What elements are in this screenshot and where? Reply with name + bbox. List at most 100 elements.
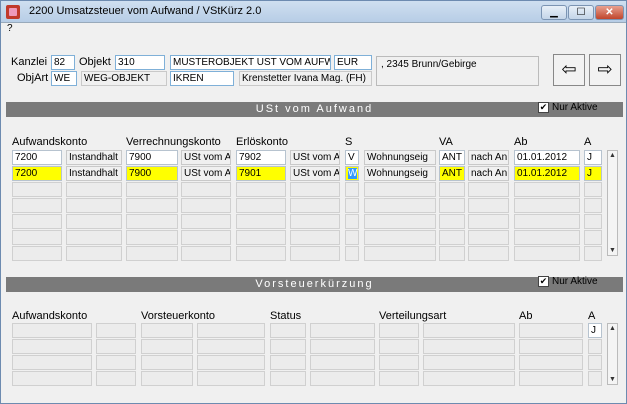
vst-empty-cell[interactable] <box>588 371 602 386</box>
ust-empty-cell[interactable] <box>439 230 465 245</box>
vst-empty-cell[interactable] <box>423 355 515 370</box>
vst-empty-cell[interactable] <box>379 323 419 338</box>
vst-empty-cell[interactable] <box>96 355 136 370</box>
vst-empty-cell[interactable] <box>141 355 193 370</box>
ust-empty-cell[interactable] <box>439 198 465 213</box>
scroll-up-icon[interactable]: ▲ <box>608 324 617 333</box>
scroll-down-icon[interactable]: ▼ <box>608 375 617 384</box>
ust-empty-cell[interactable] <box>66 214 122 229</box>
ust-empty-cell[interactable] <box>439 214 465 229</box>
ust-empty-cell[interactable] <box>468 230 509 245</box>
vst-empty-cell[interactable] <box>379 339 419 354</box>
vst-empty-cell[interactable] <box>270 371 306 386</box>
ust-empty-cell[interactable] <box>126 198 178 213</box>
ust-empty-cell[interactable] <box>126 182 178 197</box>
vst-empty-cell[interactable] <box>270 339 306 354</box>
ust-empty-cell[interactable] <box>290 246 340 261</box>
vst-empty-cell[interactable] <box>519 355 583 370</box>
ust-empty-cell[interactable] <box>364 214 436 229</box>
ust-nur-aktive[interactable]: ✔ Nur Aktive <box>538 102 598 113</box>
ust-empty-cell[interactable] <box>126 214 178 229</box>
ust-empty-cell[interactable] <box>126 230 178 245</box>
vst-empty-cell[interactable] <box>12 355 92 370</box>
ust-row1-aufw[interactable]: 7200 <box>12 150 62 165</box>
vst-empty-cell[interactable] <box>310 371 375 386</box>
prev-button[interactable]: ⇦ <box>553 54 585 86</box>
vst-nur-aktive[interactable]: ✔ Nur Aktive <box>538 276 598 287</box>
ust-empty-cell[interactable] <box>290 230 340 245</box>
vst-empty-cell[interactable] <box>423 371 515 386</box>
ust-empty-cell[interactable] <box>439 246 465 261</box>
vst-empty-cell[interactable] <box>423 323 515 338</box>
vst-empty-cell[interactable] <box>310 339 375 354</box>
ust-empty-cell[interactable] <box>345 182 359 197</box>
ust-row2-aufw[interactable]: 7200 <box>12 166 62 181</box>
ust-row2-verr[interactable]: 7900 <box>126 166 178 181</box>
ust-empty-cell[interactable] <box>236 182 286 197</box>
ust-empty-cell[interactable] <box>514 198 580 213</box>
ust-row1-a[interactable]: J <box>584 150 602 165</box>
vst-empty-cell[interactable] <box>310 323 375 338</box>
ust-row2-a[interactable]: J <box>584 166 602 181</box>
ust-empty-cell[interactable] <box>12 230 62 245</box>
ust-empty-cell[interactable] <box>364 246 436 261</box>
ust-row1-ab[interactable]: 01.01.2012 <box>514 150 580 165</box>
ust-empty-cell[interactable] <box>66 182 122 197</box>
ust-row1-s[interactable]: V <box>345 150 359 165</box>
vst-empty-cell[interactable] <box>519 339 583 354</box>
ust-empty-cell[interactable] <box>236 246 286 261</box>
ust-empty-cell[interactable] <box>66 230 122 245</box>
close-button[interactable]: ✕ <box>595 5 624 20</box>
ust-empty-cell[interactable] <box>439 182 465 197</box>
vst-empty-cell[interactable] <box>270 355 306 370</box>
ust-empty-cell[interactable] <box>468 246 509 261</box>
ust-empty-cell[interactable] <box>468 198 509 213</box>
vst-empty-cell[interactable] <box>270 323 306 338</box>
ust-empty-cell[interactable] <box>364 198 436 213</box>
ust-empty-cell[interactable] <box>126 246 178 261</box>
ust-empty-cell[interactable] <box>514 246 580 261</box>
vst-empty-cell[interactable] <box>519 371 583 386</box>
checkbox-icon[interactable]: ✔ <box>538 276 549 287</box>
vst-empty-cell[interactable] <box>12 339 92 354</box>
ust-empty-cell[interactable] <box>468 182 509 197</box>
help-menu[interactable]: ? <box>7 23 13 34</box>
ust-empty-cell[interactable] <box>584 214 602 229</box>
ust-empty-cell[interactable] <box>364 230 436 245</box>
ust-empty-cell[interactable] <box>290 214 340 229</box>
ust-empty-cell[interactable] <box>236 214 286 229</box>
ust-empty-cell[interactable] <box>364 182 436 197</box>
kanzlei-field[interactable]: 82 <box>51 55 75 70</box>
vst-empty-cell[interactable] <box>588 339 602 354</box>
vst-empty-cell[interactable] <box>197 371 265 386</box>
vst-empty-cell[interactable] <box>310 355 375 370</box>
ust-empty-cell[interactable] <box>12 246 62 261</box>
ust-empty-cell[interactable] <box>514 230 580 245</box>
vst-empty-cell[interactable] <box>197 323 265 338</box>
vst-empty-cell[interactable] <box>96 371 136 386</box>
ust-scrollbar[interactable]: ▲ ▼ <box>607 150 618 256</box>
ust-empty-cell[interactable] <box>181 214 231 229</box>
vst-empty-cell[interactable] <box>197 355 265 370</box>
vst-empty-cell[interactable] <box>96 323 136 338</box>
ust-empty-cell[interactable] <box>345 246 359 261</box>
ust-empty-cell[interactable] <box>66 198 122 213</box>
ust-empty-cell[interactable] <box>181 198 231 213</box>
vst-empty-cell[interactable] <box>141 371 193 386</box>
ust-empty-cell[interactable] <box>181 230 231 245</box>
ust-empty-cell[interactable] <box>181 182 231 197</box>
ust-empty-cell[interactable] <box>12 198 62 213</box>
vst-empty-cell[interactable] <box>588 355 602 370</box>
ust-empty-cell[interactable] <box>584 230 602 245</box>
vst-empty-cell[interactable] <box>197 339 265 354</box>
ust-empty-cell[interactable] <box>514 214 580 229</box>
vst-empty-cell[interactable] <box>12 371 92 386</box>
vst-empty-cell[interactable] <box>379 355 419 370</box>
ust-empty-cell[interactable] <box>66 246 122 261</box>
vst-empty-cell[interactable] <box>423 339 515 354</box>
objekt-name-field[interactable]: MUSTEROBJEKT UST VOM AUFW <box>170 55 331 70</box>
objart-field[interactable]: WE <box>51 71 77 86</box>
ust-row2-s[interactable]: W <box>345 166 359 181</box>
ust-empty-cell[interactable] <box>12 214 62 229</box>
ust-empty-cell[interactable] <box>12 182 62 197</box>
